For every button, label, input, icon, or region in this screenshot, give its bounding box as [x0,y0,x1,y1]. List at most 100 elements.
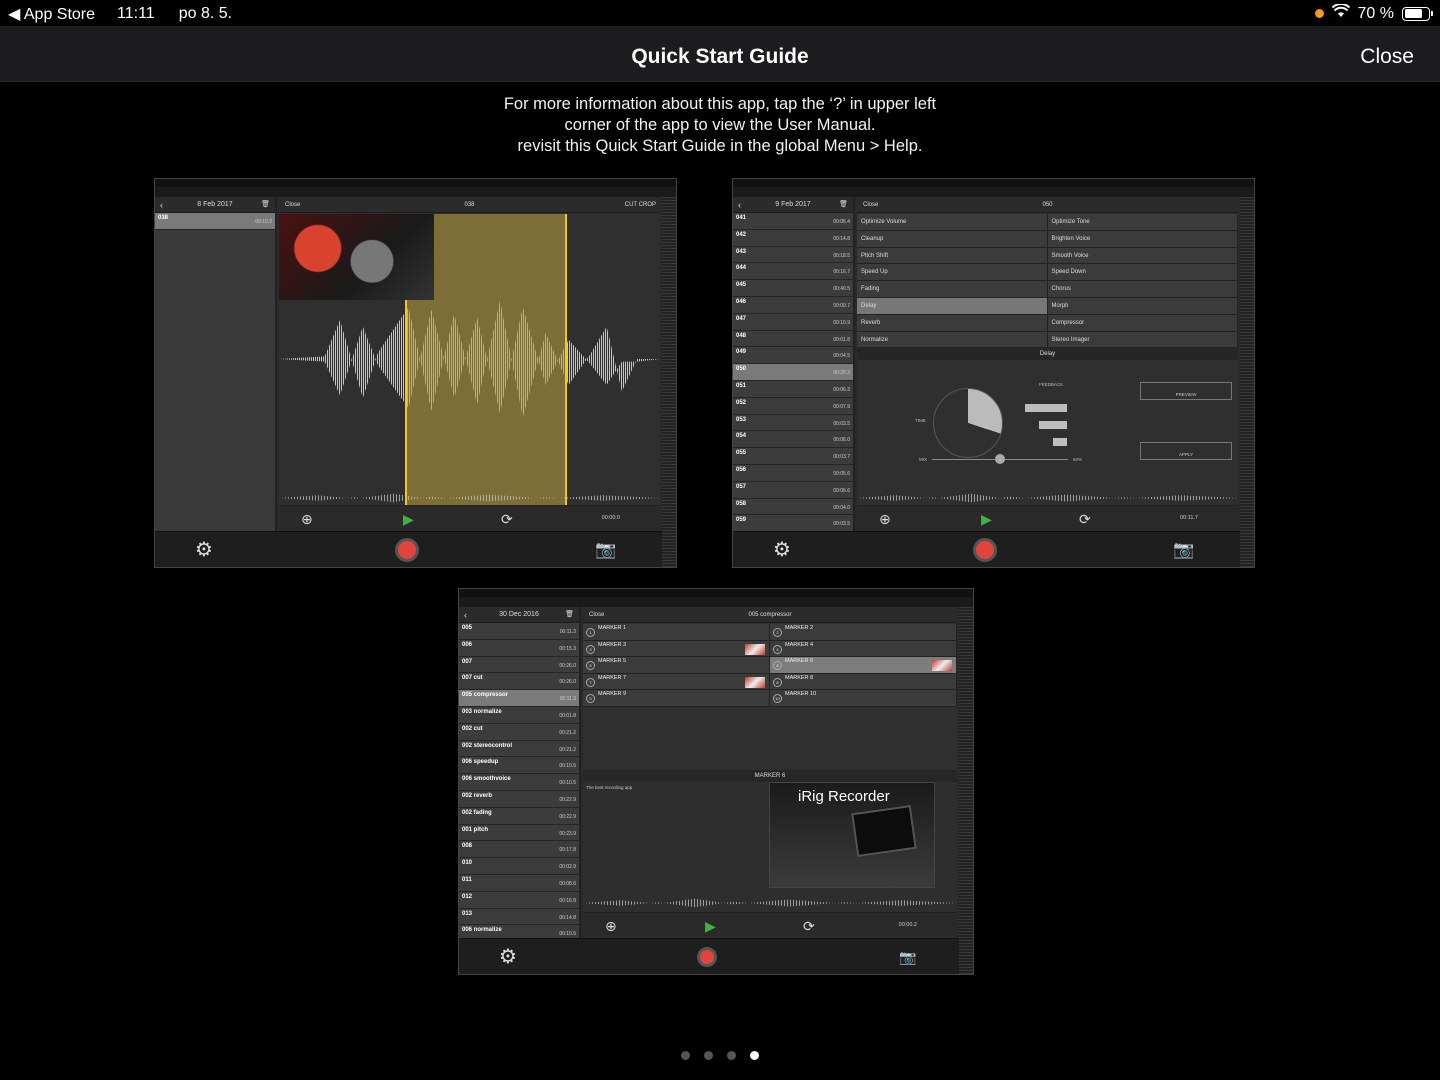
recording-name: 038 [158,215,169,221]
cut-crop-labels: CUT CROP [624,202,656,208]
recording-name: 002 stereocontrol [462,742,513,749]
recording-name: 056 [736,466,747,473]
list-item: 002 cut 00:21.2 [459,723,579,741]
recording-name: 003 normalize [462,708,502,715]
effects-row: Speed Up Speed Down [857,264,1238,282]
marker-item: 2 MARKER 2 [770,624,957,640]
video-thumbnail [279,214,434,300]
sidebar-date: 8 Feb 2017 [197,201,233,208]
list-item: 041 00:06.4 [733,213,853,230]
list-item: 046 00:09.7 [733,296,853,314]
marker-item: 5 MARKER 5 [583,657,770,673]
page-title: Quick Start Guide [631,45,809,68]
effects-row: Reverb Compressor [857,314,1238,332]
level-meter [1240,197,1254,567]
recording-name: 006 speedup [462,759,499,766]
recordings-sidebar: ‹ 8 Feb 2017 🗑 038 00:10.2 [155,197,277,531]
list-item: 002 reverb 00:22.9 [459,790,579,808]
guide-screenshot-markers: ‹ 30 Dec 2016 🗑 005 00:11.3 006 00:15.3 007 0… [458,588,974,975]
feedback-label: FEEDBACK [1039,382,1064,387]
effect-item: Optimize Volume [857,214,1048,230]
effect-item: Normalize [857,331,1048,348]
marker-label: MARKER 5 [598,658,627,665]
list-item: 051 00:06.3 [733,380,853,398]
marker-label: MARKER 6 [785,658,814,665]
recording-name: 012 [462,893,473,900]
marker-thumbnail [932,660,952,672]
recording-duration: 00:05.6 [833,470,850,477]
list-item: 056 00:05.6 [733,464,853,482]
recording-duration: 00:22.9 [559,796,576,803]
recording-duration: 00:03.5 [833,521,850,528]
level-meter [959,607,973,974]
recording-name: 046 [736,298,747,305]
recording-duration: 00:16.9 [559,897,576,904]
trash-icon: 🗑 [839,201,848,208]
apply-label: APPLY [1178,452,1194,457]
trash-icon: 🗑 [261,201,270,208]
page-dot[interactable] [704,1051,713,1060]
list-item: 013 00:14.8 [459,908,579,926]
marker-thumbnail [745,643,765,655]
recording-duration: 00:10.9 [833,319,850,326]
recording-name: 002 cut [462,725,483,732]
list-item: 053 00:03.5 [733,414,853,432]
marker-item: 6 MARKER 6 [770,657,957,673]
close-button[interactable]: Close [1360,45,1414,69]
marker-item: 3 MARKER 3 [583,640,770,657]
list-item: 005 compressor 00:11.3 [459,690,579,707]
recording-duration: 00:26.0 [559,679,576,686]
effect-item: Cleanup [857,230,1048,247]
recording-name: 007 [462,658,473,665]
page-dot[interactable] [681,1051,690,1060]
recording-duration: 00:28.3 [833,370,850,377]
page-dot[interactable] [727,1051,736,1060]
recording-duration: 00:22.9 [559,813,576,820]
recording-name: 005 compressor [462,692,509,699]
marker-item: 7 MARKER 7 [583,673,770,690]
chevron-left-icon: ‹ [738,200,741,210]
battery-icon [1402,6,1433,21]
recording-name: 006 normalize [462,927,502,934]
back-to-app-link[interactable]: ◀ App Store [8,4,95,24]
chevron-left-icon: ‹ [464,610,467,620]
list-item: 045 00:40.5 [733,280,853,297]
marker-item: 1 MARKER 1 [583,624,770,640]
time-label: TIME [915,418,926,423]
marker-number: 2 [773,628,782,637]
marker-number: 3 [586,644,595,654]
markers-row: 9 MARKER 9 10 MARKER 10 [583,690,957,707]
marker-detail-title: MARKER 6 [583,770,957,782]
list-item: 050 00:28.3 [733,364,853,381]
list-item: 007 cut 00:26.0 [459,673,579,691]
page-dot[interactable] [750,1051,759,1060]
effect-item: Brighten Voice [1047,230,1238,247]
recording-duration: 00:02.9 [559,864,576,871]
add-marker-icon: ⊕ [301,511,313,527]
recording-name: 049 [736,349,747,356]
delay-panel: Delay FEEDBACK TIME MIX 60% PREVIEW APPL… [857,348,1238,505]
effect-item: Delay [857,297,1048,314]
sidebar-date: 30 Dec 2016 [499,611,539,618]
recording-duration: 00:14.8 [833,235,850,242]
recordings-list: 041 00:06.4 042 00:14.8 043 00:18.5 044 00:16.7… [733,213,853,533]
trash-icon: 🗑 [565,611,574,618]
list-item: 005 00:11.3 [459,623,579,640]
recording-duration: 00:06.3 [833,386,850,393]
list-item: 043 00:18.5 [733,246,853,264]
loop-icon: ⟳ [501,511,513,527]
list-item: 002 stereocontrol 00:21.2 [459,740,579,758]
recording-duration: 00:14.8 [559,914,576,921]
wifi-icon [1331,3,1350,23]
effect-item: Compressor [1047,314,1238,331]
markers-header: Close 005 compressor [583,607,957,623]
recording-name: 043 [736,248,747,255]
recording-name: 041 [736,215,747,221]
list-item: 047 00:10.9 [733,313,853,331]
list-item: 006 speedup 00:10.5 [459,757,579,775]
status-time: 11:11 [117,5,155,22]
marker-label: MARKER 3 [598,641,627,648]
effect-item: Speed Up [857,264,1048,281]
markers-list: 1 MARKER 1 2 MARKER 2 3 MARKER 3 4 MARKER 4 5 MAR… [583,624,957,707]
recording-duration: 00:11.3 [559,629,576,635]
